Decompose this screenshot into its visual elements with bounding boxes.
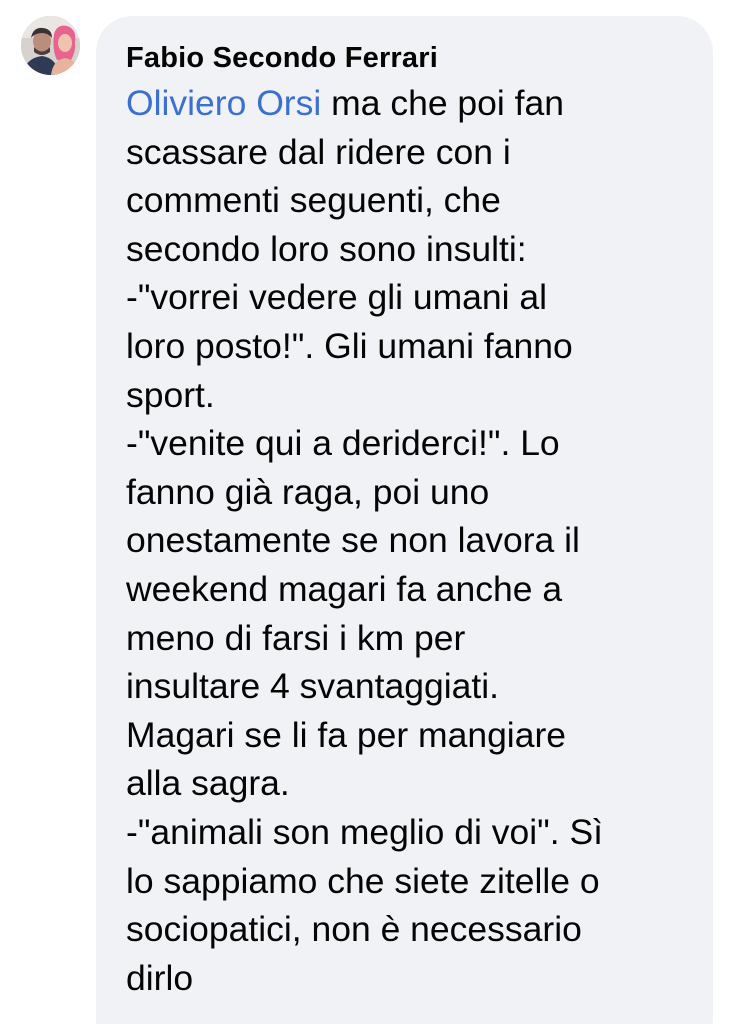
comment-author[interactable]: Fabio Secondo Ferrari bbox=[126, 40, 683, 76]
comment-text: Oliviero Orsi ma che poi fan scassare da… bbox=[126, 79, 683, 1002]
avatar[interactable] bbox=[21, 16, 80, 75]
mention-link[interactable]: Oliviero Orsi bbox=[126, 83, 321, 123]
comment-screen: Fabio Secondo Ferrari Oliviero Orsi ma c… bbox=[0, 0, 747, 1024]
comment-bubble: Fabio Secondo Ferrari Oliviero Orsi ma c… bbox=[96, 16, 713, 1024]
comment-body-text: ma che poi fan scassare dal ridere con i… bbox=[126, 83, 604, 998]
avatar-photo-icon bbox=[21, 16, 80, 75]
